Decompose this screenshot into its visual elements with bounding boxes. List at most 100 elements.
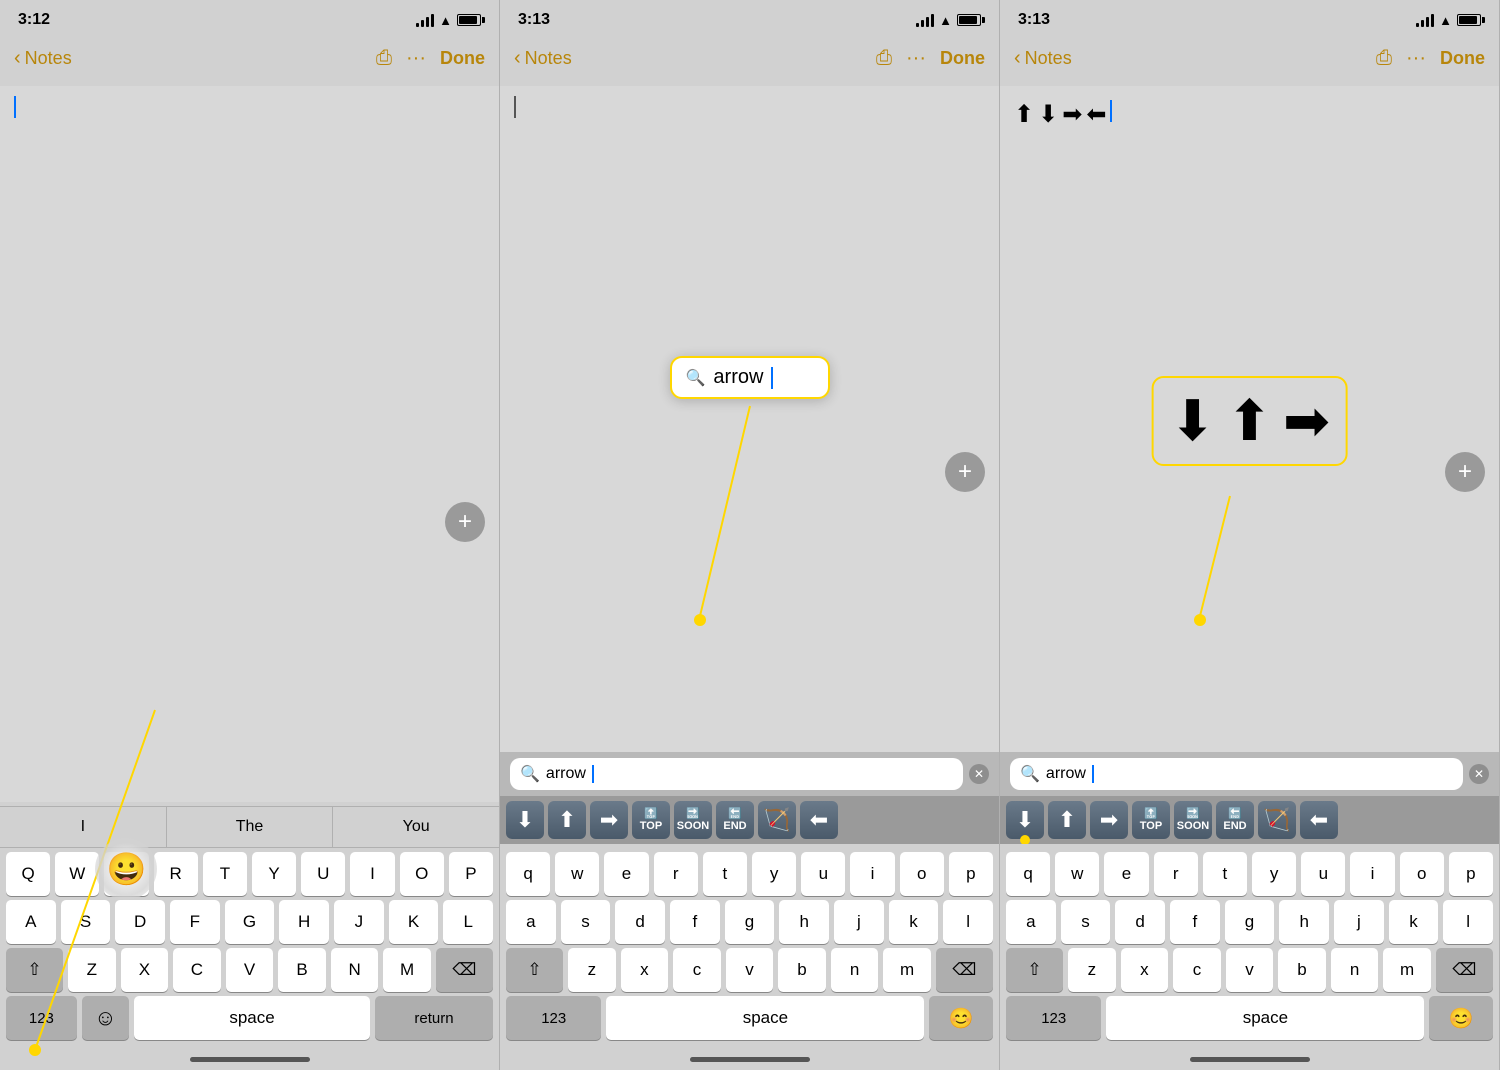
key-q[interactable]: Q (6, 852, 50, 896)
key-emoji-face-2[interactable]: 😊 (929, 996, 993, 1040)
key-a-2[interactable]: a (506, 900, 556, 944)
key-w[interactable]: W (55, 852, 99, 896)
more-icon-3[interactable]: ··· (1406, 47, 1426, 70)
key-f-3[interactable]: f (1170, 900, 1220, 944)
key-a[interactable]: A (6, 900, 56, 944)
key-w-2[interactable]: w (555, 852, 599, 896)
emoji-left-3[interactable]: ⬅ (1300, 801, 1338, 839)
key-o-2[interactable]: o (900, 852, 944, 896)
key-d-3[interactable]: d (1115, 900, 1165, 944)
emoji-arrow-up-2[interactable]: ⬆ (548, 801, 586, 839)
key-p[interactable]: P (449, 852, 493, 896)
key-j-2[interactable]: j (834, 900, 884, 944)
key-g-3[interactable]: g (1225, 900, 1275, 944)
key-c[interactable]: C (173, 948, 221, 992)
key-u-3[interactable]: u (1301, 852, 1345, 896)
emoji-top-2[interactable]: 🔝TOP (632, 801, 670, 839)
emoji-arrow-right-2[interactable]: ➡ (590, 801, 628, 839)
key-delete-2[interactable]: ⌫ (936, 948, 993, 992)
key-123-2[interactable]: 123 (506, 996, 601, 1040)
key-y[interactable]: Y (252, 852, 296, 896)
key-u-2[interactable]: u (801, 852, 845, 896)
more-icon-1[interactable]: ··· (406, 47, 426, 70)
key-h[interactable]: H (279, 900, 329, 944)
emoji-search-input-2[interactable]: 🔍 arrow (510, 758, 963, 790)
key-v-2[interactable]: v (726, 948, 774, 992)
key-e[interactable]: E 😀 (104, 852, 148, 896)
key-m-3[interactable]: m (1383, 948, 1431, 992)
search-clear-btn-2[interactable]: ✕ (969, 764, 989, 784)
key-y-3[interactable]: y (1252, 852, 1296, 896)
share-icon-3[interactable]: ⎙ (1376, 47, 1392, 70)
key-f[interactable]: F (170, 900, 220, 944)
key-x[interactable]: X (121, 948, 169, 992)
key-d[interactable]: D (115, 900, 165, 944)
key-s-2[interactable]: s (561, 900, 611, 944)
key-return-1[interactable]: return (375, 996, 493, 1040)
prediction-i[interactable]: I (0, 807, 167, 847)
key-c-3[interactable]: c (1173, 948, 1221, 992)
key-h-3[interactable]: h (1279, 900, 1329, 944)
share-icon-2[interactable]: ⎙ (876, 47, 892, 70)
emoji-left-2[interactable]: ⬅ (800, 801, 838, 839)
key-t-3[interactable]: t (1203, 852, 1247, 896)
key-space-3[interactable]: space (1106, 996, 1424, 1040)
plus-button-2[interactable]: + (945, 452, 985, 492)
key-z-3[interactable]: z (1068, 948, 1116, 992)
emoji-top-3[interactable]: 🔝TOP (1132, 801, 1170, 839)
emoji-soon-3[interactable]: 🔜SOON (1174, 801, 1212, 839)
key-a-3[interactable]: a (1006, 900, 1056, 944)
key-x-2[interactable]: x (621, 948, 669, 992)
key-b-2[interactable]: b (778, 948, 826, 992)
emoji-bow-3[interactable]: 🏹 (1258, 801, 1296, 839)
notes-back-1[interactable]: ‹ Notes (14, 47, 72, 70)
done-button-3[interactable]: Done (1440, 48, 1485, 69)
key-shift-3[interactable]: ⇧ (1006, 948, 1063, 992)
key-123-1[interactable]: 123 (6, 996, 77, 1040)
key-space-2[interactable]: space (606, 996, 924, 1040)
key-q-3[interactable]: q (1006, 852, 1050, 896)
key-u[interactable]: U (301, 852, 345, 896)
emoji-arrow-down-3[interactable]: ⬇ (1006, 801, 1044, 839)
emoji-arrow-down-2[interactable]: ⬇ (506, 801, 544, 839)
prediction-you[interactable]: You (333, 807, 499, 847)
key-t-2[interactable]: t (703, 852, 747, 896)
key-s-3[interactable]: s (1061, 900, 1111, 944)
key-shift-1[interactable]: ⇧ (6, 948, 63, 992)
emoji-search-input-3[interactable]: 🔍 arrow (1010, 758, 1463, 790)
key-emoji-face-3[interactable]: 😊 (1429, 996, 1493, 1040)
key-delete-3[interactable]: ⌫ (1436, 948, 1493, 992)
key-r-2[interactable]: r (654, 852, 698, 896)
key-w-3[interactable]: w (1055, 852, 1099, 896)
notes-back-3[interactable]: ‹ Notes (1014, 47, 1072, 70)
key-i[interactable]: I (350, 852, 394, 896)
key-p-2[interactable]: p (949, 852, 993, 896)
key-o-3[interactable]: o (1400, 852, 1444, 896)
key-e-2[interactable]: e (604, 852, 648, 896)
key-p-3[interactable]: p (1449, 852, 1493, 896)
key-m[interactable]: M (383, 948, 431, 992)
key-z[interactable]: Z (68, 948, 116, 992)
key-delete-1[interactable]: ⌫ (436, 948, 493, 992)
key-b-3[interactable]: b (1278, 948, 1326, 992)
key-emoji-1[interactable]: ☺ (82, 996, 129, 1040)
done-button-2[interactable]: Done (940, 48, 985, 69)
key-n-3[interactable]: n (1331, 948, 1379, 992)
key-f-2[interactable]: f (670, 900, 720, 944)
key-i-2[interactable]: i (850, 852, 894, 896)
key-z-2[interactable]: z (568, 948, 616, 992)
key-l-3[interactable]: l (1443, 900, 1493, 944)
key-123-3[interactable]: 123 (1006, 996, 1101, 1040)
key-k[interactable]: K (389, 900, 439, 944)
key-k-2[interactable]: k (889, 900, 939, 944)
plus-button-1[interactable]: + (445, 502, 485, 542)
key-c-2[interactable]: c (673, 948, 721, 992)
key-r[interactable]: R (154, 852, 198, 896)
plus-button-3[interactable]: + (1445, 452, 1485, 492)
key-v[interactable]: V (226, 948, 274, 992)
emoji-arrow-right-3[interactable]: ➡ (1090, 801, 1128, 839)
key-g[interactable]: G (225, 900, 275, 944)
key-o[interactable]: O (400, 852, 444, 896)
share-icon-1[interactable]: ⎙ (376, 47, 392, 70)
key-g-2[interactable]: g (725, 900, 775, 944)
